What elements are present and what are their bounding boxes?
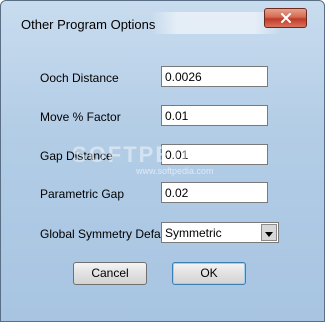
ooch-distance-field[interactable] bbox=[161, 66, 268, 87]
cancel-button[interactable]: Cancel bbox=[73, 262, 147, 285]
window-title: Other Program Options bbox=[21, 17, 156, 32]
symmetry-dropdown-button[interactable] bbox=[261, 224, 277, 241]
gap-distance-label: Gap Distance bbox=[40, 149, 113, 163]
move-factor-field[interactable] bbox=[161, 105, 268, 126]
close-icon bbox=[280, 13, 292, 23]
parametric-gap-label: Parametric Gap bbox=[40, 187, 125, 201]
symmetry-select[interactable]: Symmetric bbox=[161, 222, 279, 243]
gap-distance-field[interactable] bbox=[161, 144, 268, 165]
ooch-distance-label: Ooch Distance bbox=[40, 71, 119, 85]
ok-button[interactable]: OK bbox=[172, 262, 246, 285]
watermark-strip bbox=[151, 12, 281, 34]
move-factor-label: Move % Factor bbox=[40, 110, 121, 124]
chevron-down-icon bbox=[265, 224, 273, 242]
close-button[interactable] bbox=[264, 8, 307, 28]
symmetry-selected-value: Symmetric bbox=[165, 226, 222, 240]
parametric-gap-field[interactable] bbox=[161, 182, 268, 203]
symmetry-label: Global Symmetry Default bbox=[40, 227, 174, 241]
title-bar[interactable]: Other Program Options bbox=[1, 1, 324, 34]
